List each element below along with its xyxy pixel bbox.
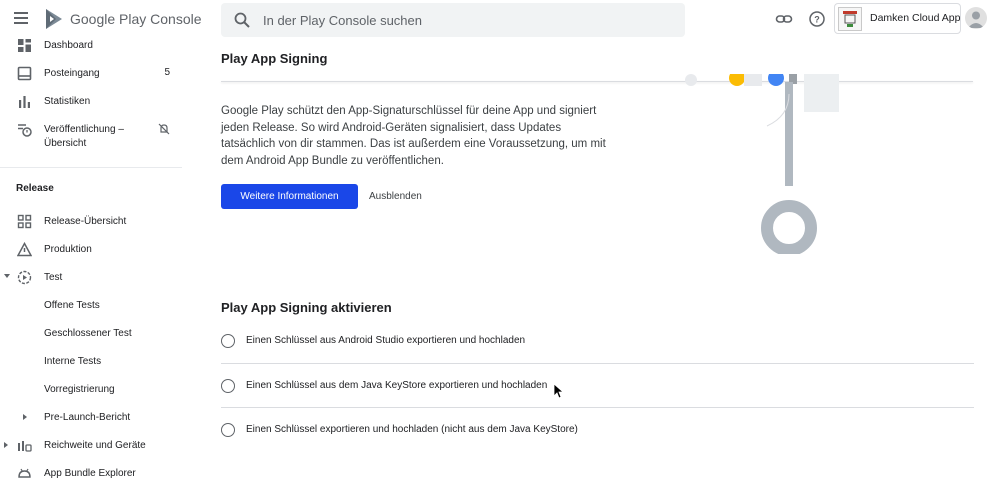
- help-icon[interactable]: ?: [808, 10, 826, 28]
- sidebar-item-inbox[interactable]: Posteingang 5: [0, 62, 182, 86]
- sidebar-item-label: Statistiken: [44, 96, 91, 107]
- menu-icon[interactable]: [14, 12, 28, 24]
- radio-button[interactable]: [221, 379, 235, 393]
- dashboard-icon: [18, 39, 31, 52]
- sidebar-item-label: Veröffentlichung – Übersicht: [44, 124, 124, 149]
- bar-chart-icon: [19, 96, 30, 108]
- sidebar-item-release-overview[interactable]: Release-Übersicht: [0, 210, 182, 234]
- brand-title[interactable]: Google Play Console: [70, 11, 202, 27]
- sidebar-item-label: Offene Tests: [44, 300, 100, 311]
- sidebar-item-label: Interne Tests: [44, 356, 102, 367]
- android-icon: [18, 468, 31, 478]
- option-other-keystore[interactable]: Einen Schlüssel exportieren und hochlade…: [221, 408, 974, 452]
- inbox-icon: [17, 66, 32, 81]
- sidebar-item-label: Pre-Launch-Bericht: [44, 412, 131, 423]
- main-content: Play App Signing Google Play schützt den…: [182, 38, 993, 478]
- sidebar-item-app-bundle-explorer[interactable]: App Bundle Explorer: [0, 462, 182, 478]
- card-divider: [221, 81, 973, 82]
- sidebar-item-label: Posteingang: [44, 68, 100, 79]
- sidebar-item-dashboard[interactable]: Dashboard: [0, 34, 182, 58]
- chevron-right-icon[interactable]: [23, 414, 27, 420]
- top-bar: Google Play Console ? Damken Cloud App: [0, 0, 993, 38]
- option-java-keystore[interactable]: Einen Schlüssel aus dem Java KeyStore ex…: [221, 364, 974, 408]
- sidebar-item-label: Test: [44, 272, 63, 283]
- option-label: Einen Schlüssel exportieren und hochlade…: [246, 424, 578, 435]
- app-logo-icon: [843, 11, 857, 27]
- mouse-cursor-icon: [553, 383, 563, 399]
- sidebar-item-label: App Bundle Explorer: [44, 468, 136, 478]
- sidebar-item-production[interactable]: Produktion: [0, 238, 182, 262]
- sidebar-divider: [0, 167, 182, 168]
- sidebar-item-label: Reichweite und Geräte: [44, 440, 146, 451]
- radio-button[interactable]: [221, 334, 235, 348]
- learn-more-button[interactable]: Weitere Informationen: [221, 184, 358, 209]
- app-signing-illustration: [685, 74, 839, 254]
- chevron-right-icon[interactable]: [4, 442, 8, 448]
- play-circle-icon: [17, 270, 32, 285]
- sidebar-item-reach-and-devices[interactable]: Reichweite und Geräte: [0, 434, 182, 458]
- inbox-count-badge: 5: [164, 67, 170, 78]
- option-android-studio[interactable]: Einen Schlüssel aus Android Studio expor…: [221, 319, 974, 363]
- sidebar-item-pre-launch-report[interactable]: Pre-Launch-Bericht: [0, 406, 182, 430]
- avatar[interactable]: [965, 7, 987, 29]
- sidebar-item-test[interactable]: Test: [0, 266, 182, 290]
- app-icon: [838, 7, 862, 31]
- sidebar-item-closed-test[interactable]: Geschlossener Test: [0, 322, 182, 346]
- activate-section-title: Play App Signing aktivieren: [221, 300, 392, 315]
- play-console-logo-icon[interactable]: [44, 8, 64, 30]
- app-selector[interactable]: Damken Cloud App: [834, 3, 961, 34]
- page-title: Play App Signing: [221, 51, 328, 66]
- grid-icon: [17, 214, 32, 229]
- search-input[interactable]: [263, 3, 673, 37]
- option-label: Einen Schlüssel aus Android Studio expor…: [246, 335, 526, 346]
- notifications-off-icon[interactable]: [158, 123, 170, 135]
- chevron-down-icon[interactable]: [4, 274, 10, 278]
- option-label: Einen Schlüssel aus dem Java KeyStore ex…: [246, 380, 548, 391]
- card-description: Google Play schützt den App-Signaturschl…: [221, 105, 606, 167]
- user-icon: [968, 11, 984, 28]
- sidebar-item-label: Release-Übersicht: [44, 216, 127, 227]
- search-icon: [234, 12, 250, 28]
- sidebar-item-publishing-overview[interactable]: Veröffentlichung – Übersicht: [0, 118, 182, 152]
- publishing-history-icon: [18, 124, 32, 137]
- radio-button[interactable]: [221, 423, 235, 437]
- dismiss-button[interactable]: Ausblenden: [365, 184, 426, 209]
- sidebar-item-pre-registration[interactable]: Vorregistrierung: [0, 378, 182, 402]
- sidebar-item-statistics[interactable]: Statistiken: [0, 90, 182, 114]
- sidebar-section-release: Release: [16, 183, 54, 194]
- sidebar-item-open-tests[interactable]: Offene Tests: [0, 294, 182, 318]
- sidebar-item-label: Geschlossener Test: [44, 328, 132, 339]
- app-name: Damken Cloud App: [870, 12, 961, 24]
- sidebar-item-internal-tests[interactable]: Interne Tests: [0, 350, 182, 374]
- reach-icon: [18, 441, 32, 452]
- warning-icon: [17, 242, 32, 257]
- link-icon[interactable]: [775, 10, 793, 28]
- sidebar-item-label: Dashboard: [44, 40, 93, 51]
- sidebar: Dashboard Posteingang 5 Statistiken Verö…: [0, 38, 182, 478]
- search-bar[interactable]: [221, 3, 685, 37]
- svg-text:?: ?: [814, 15, 820, 25]
- sidebar-item-label: Vorregistrierung: [44, 384, 115, 395]
- sidebar-item-label: Produktion: [44, 244, 92, 255]
